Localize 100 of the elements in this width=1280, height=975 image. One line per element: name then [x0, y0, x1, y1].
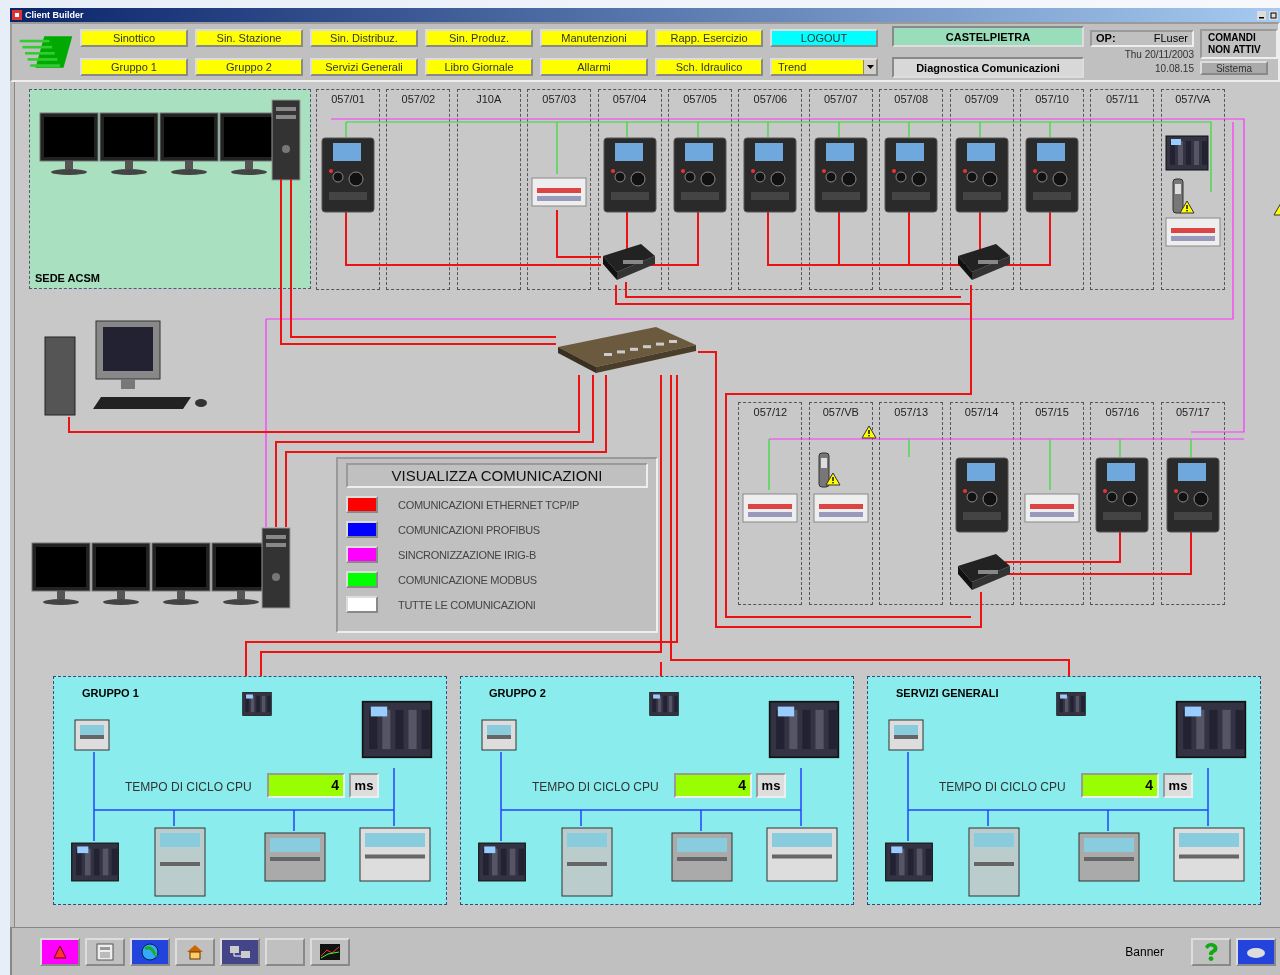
nav-button[interactable]: Sin. Distribuz.	[310, 28, 418, 47]
group-title: GRUPPO 2	[489, 687, 546, 699]
app-icon	[12, 10, 22, 20]
maximize-icon[interactable]	[1269, 10, 1278, 20]
legend-label: TUTTE LE COMUNICAZIONI	[398, 598, 536, 611]
control-unit-drawing	[264, 832, 326, 882]
io-module-drawing	[742, 490, 799, 526]
time-text: 10.08.15	[1154, 62, 1194, 75]
operator-label: OP:	[1096, 32, 1116, 44]
station-name: CASTELPIETRA	[892, 26, 1084, 47]
nav-button[interactable]: Allarmi	[540, 57, 648, 76]
nav-button[interactable]: Gruppo 1	[80, 57, 188, 76]
legend-label: COMUNICAZIONI ETHERNET TCP/IP	[398, 498, 579, 511]
help-icon	[1202, 942, 1220, 961]
operator-panel-drawing	[74, 719, 110, 751]
caret-icon	[866, 64, 874, 69]
network-button[interactable]	[220, 937, 260, 966]
controller-unit-drawing	[154, 827, 206, 897]
bay-label: 057/01	[330, 93, 366, 105]
nav-button[interactable]: Sin. Stazione	[195, 28, 303, 47]
legend-label: COMUNICAZIONE MODBUS	[398, 573, 537, 586]
chart-icon	[320, 943, 340, 960]
date-text: Thu 20/11/2003	[1123, 48, 1194, 61]
monitor-drawing	[99, 112, 159, 176]
unit-label: ms	[1163, 773, 1193, 798]
nav-button[interactable]: Sch. Idraulico	[655, 57, 763, 76]
unit-label: ms	[349, 773, 379, 798]
sensor-drawing	[816, 452, 831, 488]
commands-status: NON ATTIV	[1208, 44, 1262, 56]
control-unit-drawing	[1078, 832, 1140, 882]
terminal-drawing	[766, 827, 838, 882]
warning-icon	[1178, 200, 1195, 214]
terminal-drawing	[1173, 827, 1245, 882]
bay-label: 057/12	[752, 406, 789, 418]
monitor-drawing	[31, 542, 91, 606]
bay-label: 057/06	[752, 93, 789, 105]
nav-button[interactable]: Rapp. Esercizio	[655, 28, 763, 47]
legend-color-button[interactable]	[346, 571, 378, 588]
chart-button[interactable]	[310, 937, 350, 966]
bay-label: 057/11	[1104, 93, 1140, 105]
monitor-drawing	[39, 112, 99, 176]
page-title: Diagnostica Comunicazioni	[892, 57, 1084, 78]
unit-label: ms	[756, 773, 786, 798]
nav-button[interactable]: Sin. Produz.	[425, 28, 533, 47]
bay-label: J10A	[475, 93, 503, 105]
controller-unit-drawing	[968, 827, 1020, 897]
legend-color-button[interactable]	[346, 521, 378, 538]
calculator-button[interactable]	[85, 937, 125, 966]
globe-icon	[141, 942, 159, 961]
group-title: SERVIZI GENERALI	[896, 687, 999, 699]
sensor-drawing	[1170, 178, 1185, 214]
bay-label: 057/VB	[821, 406, 860, 418]
group-title: GRUPPO 1	[82, 687, 139, 699]
home-icon	[186, 942, 204, 961]
monitor-drawing	[159, 112, 219, 176]
help-button[interactable]	[1191, 937, 1231, 966]
network-icon	[229, 943, 251, 960]
bay-label: 057/02	[400, 93, 437, 105]
cycle-time-value: 4	[674, 773, 752, 798]
controller-unit-drawing	[561, 827, 613, 897]
nav-button[interactable]: Sinottico	[80, 28, 188, 47]
minimize-icon[interactable]	[1257, 10, 1266, 20]
cycle-time-label: TEMPO DI CICLO CPU	[532, 780, 659, 794]
nav-button[interactable]: Gruppo 2	[195, 57, 303, 76]
bay-label: 057/03	[541, 93, 577, 105]
operator-panel-drawing	[481, 719, 517, 751]
warning-icon	[824, 472, 841, 486]
nav-button[interactable]: LOGOUT	[770, 28, 878, 47]
legend-color-button[interactable]	[346, 596, 378, 613]
legend-title: VISUALIZZA COMUNICAZIONI	[346, 463, 648, 488]
legend-color-button[interactable]	[346, 546, 378, 563]
plc-drawing	[1164, 135, 1209, 171]
bay-label: 057/15	[1034, 406, 1070, 418]
nav-button[interactable]: Libro Giornale	[425, 57, 533, 76]
trend-dropdown[interactable]: Trend	[770, 57, 878, 76]
warning-icon	[860, 425, 877, 439]
blank-button[interactable]	[265, 937, 305, 966]
bay-label: 057/VA	[1174, 93, 1212, 105]
nav-button[interactable]: Manutenzioni	[540, 28, 648, 47]
bay-label: 057/17	[1174, 406, 1211, 418]
cycle-time-label: TEMPO DI CICLO CPU	[125, 780, 252, 794]
alarm-button[interactable]	[40, 937, 80, 966]
legend-label: SINCRONIZZAZIONE IRIG-B	[398, 548, 536, 561]
bay-label: 057/08	[893, 93, 929, 105]
window-title: Client Builder	[25, 10, 85, 20]
nav-button[interactable]: Servizi Generali	[310, 57, 418, 76]
calculator-icon	[96, 942, 114, 961]
home-button[interactable]	[175, 937, 215, 966]
site-label: SEDE ACSM	[35, 272, 100, 284]
monitor-drawing	[91, 542, 151, 606]
system-button[interactable]: Sistema	[1200, 61, 1268, 75]
cloud-button[interactable]	[1236, 937, 1276, 966]
operator-name: FLuser	[1153, 32, 1188, 44]
cycle-time-value: 4	[1081, 773, 1159, 798]
control-unit-drawing	[671, 832, 733, 882]
bay-label: 057/05	[682, 93, 718, 105]
cycle-time-label: TEMPO DI CICLO CPU	[939, 780, 1066, 794]
banner-label: Banner	[1125, 944, 1164, 959]
globe-button[interactable]	[130, 937, 170, 966]
legend-color-button[interactable]	[346, 496, 378, 513]
